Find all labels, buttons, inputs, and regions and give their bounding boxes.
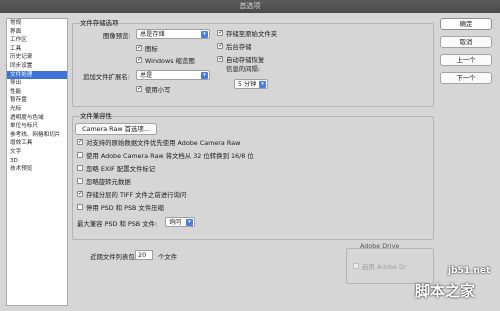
next-button[interactable]: 下一个 — [440, 72, 492, 84]
sidebar-item[interactable]: 同步设置 — [7, 62, 67, 71]
file-compatibility-title: 文件兼容性 — [80, 112, 112, 120]
sidebar-item[interactable]: 性能 — [7, 88, 67, 97]
window-title: 首选项 — [0, 0, 500, 13]
convert-32bit-label: 使用 Adobe Camera Raw 将文档从 32 位转换到 16/8 位 — [86, 152, 254, 160]
adobe-drive-title: Adobe Drive — [360, 242, 400, 250]
watermark-site-name: 脚本之家 — [415, 282, 476, 300]
sidebar-item[interactable]: 文件处理 — [7, 70, 67, 80]
disable-compression-label: 停用 PSD 和 PSB 文件压缩 — [86, 204, 164, 212]
sidebar-item[interactable]: 3D — [7, 157, 67, 166]
windows-thumbnail-label: Windows 缩览图 — [145, 57, 195, 65]
sidebar-item[interactable]: 导出 — [7, 79, 67, 88]
sidebar-item[interactable]: 历史记录 — [7, 53, 67, 62]
file-extension-value: 总是 — [140, 72, 153, 79]
ignore-rotation-label: 忽略旋转元数据 — [86, 178, 131, 186]
ignore-exif-checkbox[interactable] — [77, 165, 83, 171]
enable-adobe-drive-label: 启用 Adobe Dr — [362, 263, 407, 271]
file-extension-select[interactable]: 总是 ▾ — [136, 70, 210, 80]
autosave-label-line1: 自动存储恢复 — [226, 56, 265, 64]
prefer-camera-raw-checkbox[interactable] — [77, 138, 83, 145]
ignore-exif-label: 忽略 EXIF 配置文件标记 — [86, 165, 156, 173]
sidebar-item[interactable]: 参考线、网格和切片 — [7, 131, 67, 140]
lowercase-checkbox[interactable] — [136, 85, 142, 92]
sidebar-item[interactable]: 光标 — [7, 105, 67, 114]
image-preview-value: 总是存储 — [140, 31, 165, 38]
recent-files-unit: 个文件 — [158, 253, 178, 261]
preferences-sidebar[interactable]: 常规 界面 工作区 工具 历史记录 同步设置 文件处理 导出 性能 暂存盘 光标 透明度与色域 单位与标… — [6, 18, 68, 306]
background-save-label: 后台存储 — [226, 43, 252, 51]
windows-thumbnail-checkbox[interactable] — [136, 56, 142, 63]
ask-layered-tiff-checkbox[interactable] — [77, 190, 83, 197]
cancel-button[interactable]: 取消 — [440, 36, 492, 48]
enable-adobe-drive-checkbox[interactable] — [353, 263, 359, 269]
max-compatibility-label: 最大兼容 PSD 和 PSB 文件: — [77, 220, 158, 228]
lowercase-label: 使用小写 — [145, 86, 171, 94]
sidebar-item[interactable]: 工具 — [7, 45, 67, 54]
sidebar-item[interactable]: 工作区 — [7, 36, 67, 45]
max-compatibility-select[interactable]: 询问 ▾ — [165, 217, 195, 227]
file-save-options-title: 文件存储选项 — [80, 19, 119, 27]
chevron-down-icon: ▾ — [201, 31, 208, 38]
sidebar-item[interactable]: 文字 — [7, 148, 67, 157]
autosave-label-line2: 信息的间隔: — [226, 65, 261, 73]
ignore-rotation-checkbox[interactable] — [77, 178, 83, 184]
image-preview-select[interactable]: 总是存储 ▾ — [136, 29, 210, 39]
sidebar-item[interactable]: 界面 — [7, 28, 67, 37]
save-to-original-folder-checkbox[interactable] — [217, 29, 223, 36]
save-to-original-folder-label: 存储至原始文件夹 — [226, 30, 278, 38]
preferences-dialog: 常规 界面 工作区 工具 历史记录 同步设置 文件处理 导出 性能 暂存盘 光标 透明度与色域 单位与标… — [0, 13, 500, 311]
autosave-interval-value: 5 分钟 — [238, 81, 257, 88]
disable-compression-checkbox[interactable] — [77, 204, 83, 210]
previous-button[interactable]: 上一个 — [440, 54, 492, 66]
chevron-down-icon: ▾ — [259, 81, 266, 88]
icon-label: 图标 — [145, 45, 158, 53]
convert-32bit-checkbox[interactable] — [77, 152, 83, 158]
max-compatibility-value: 询问 — [169, 219, 182, 226]
sidebar-item[interactable]: 透明度与色域 — [7, 114, 67, 123]
ok-button[interactable]: 确定 — [440, 18, 492, 30]
camera-raw-preferences-button[interactable]: Camera Raw 首选项... — [75, 123, 157, 135]
watermark-url: jb51.net — [448, 266, 491, 276]
sidebar-item[interactable]: 常规 — [7, 19, 67, 28]
ask-layered-tiff-label: 存储分层的 TIFF 文件之前进行询问 — [86, 191, 187, 199]
sidebar-item[interactable]: 技术预览 — [7, 165, 67, 174]
sidebar-item[interactable]: 单位与标尺 — [7, 122, 67, 131]
file-extension-label: 追加文件扩展名: — [83, 73, 130, 81]
prefer-camera-raw-label: 对支持的原始数据文件优先使用 Adobe Camera Raw — [86, 139, 241, 147]
sidebar-item[interactable]: 增效工具 — [7, 139, 67, 148]
chevron-down-icon: ▾ — [201, 72, 208, 79]
autosave-interval-select[interactable]: 5 分钟 ▾ — [234, 79, 268, 89]
autosave-checkbox[interactable] — [217, 55, 223, 62]
background-save-checkbox[interactable] — [217, 42, 223, 49]
icon-checkbox[interactable] — [136, 44, 142, 51]
image-preview-label: 图像预览: — [103, 32, 131, 40]
sidebar-item[interactable]: 暂存盘 — [7, 96, 67, 105]
recent-files-count-input[interactable]: 20 — [135, 250, 153, 260]
chevron-down-icon: ▾ — [186, 219, 193, 226]
